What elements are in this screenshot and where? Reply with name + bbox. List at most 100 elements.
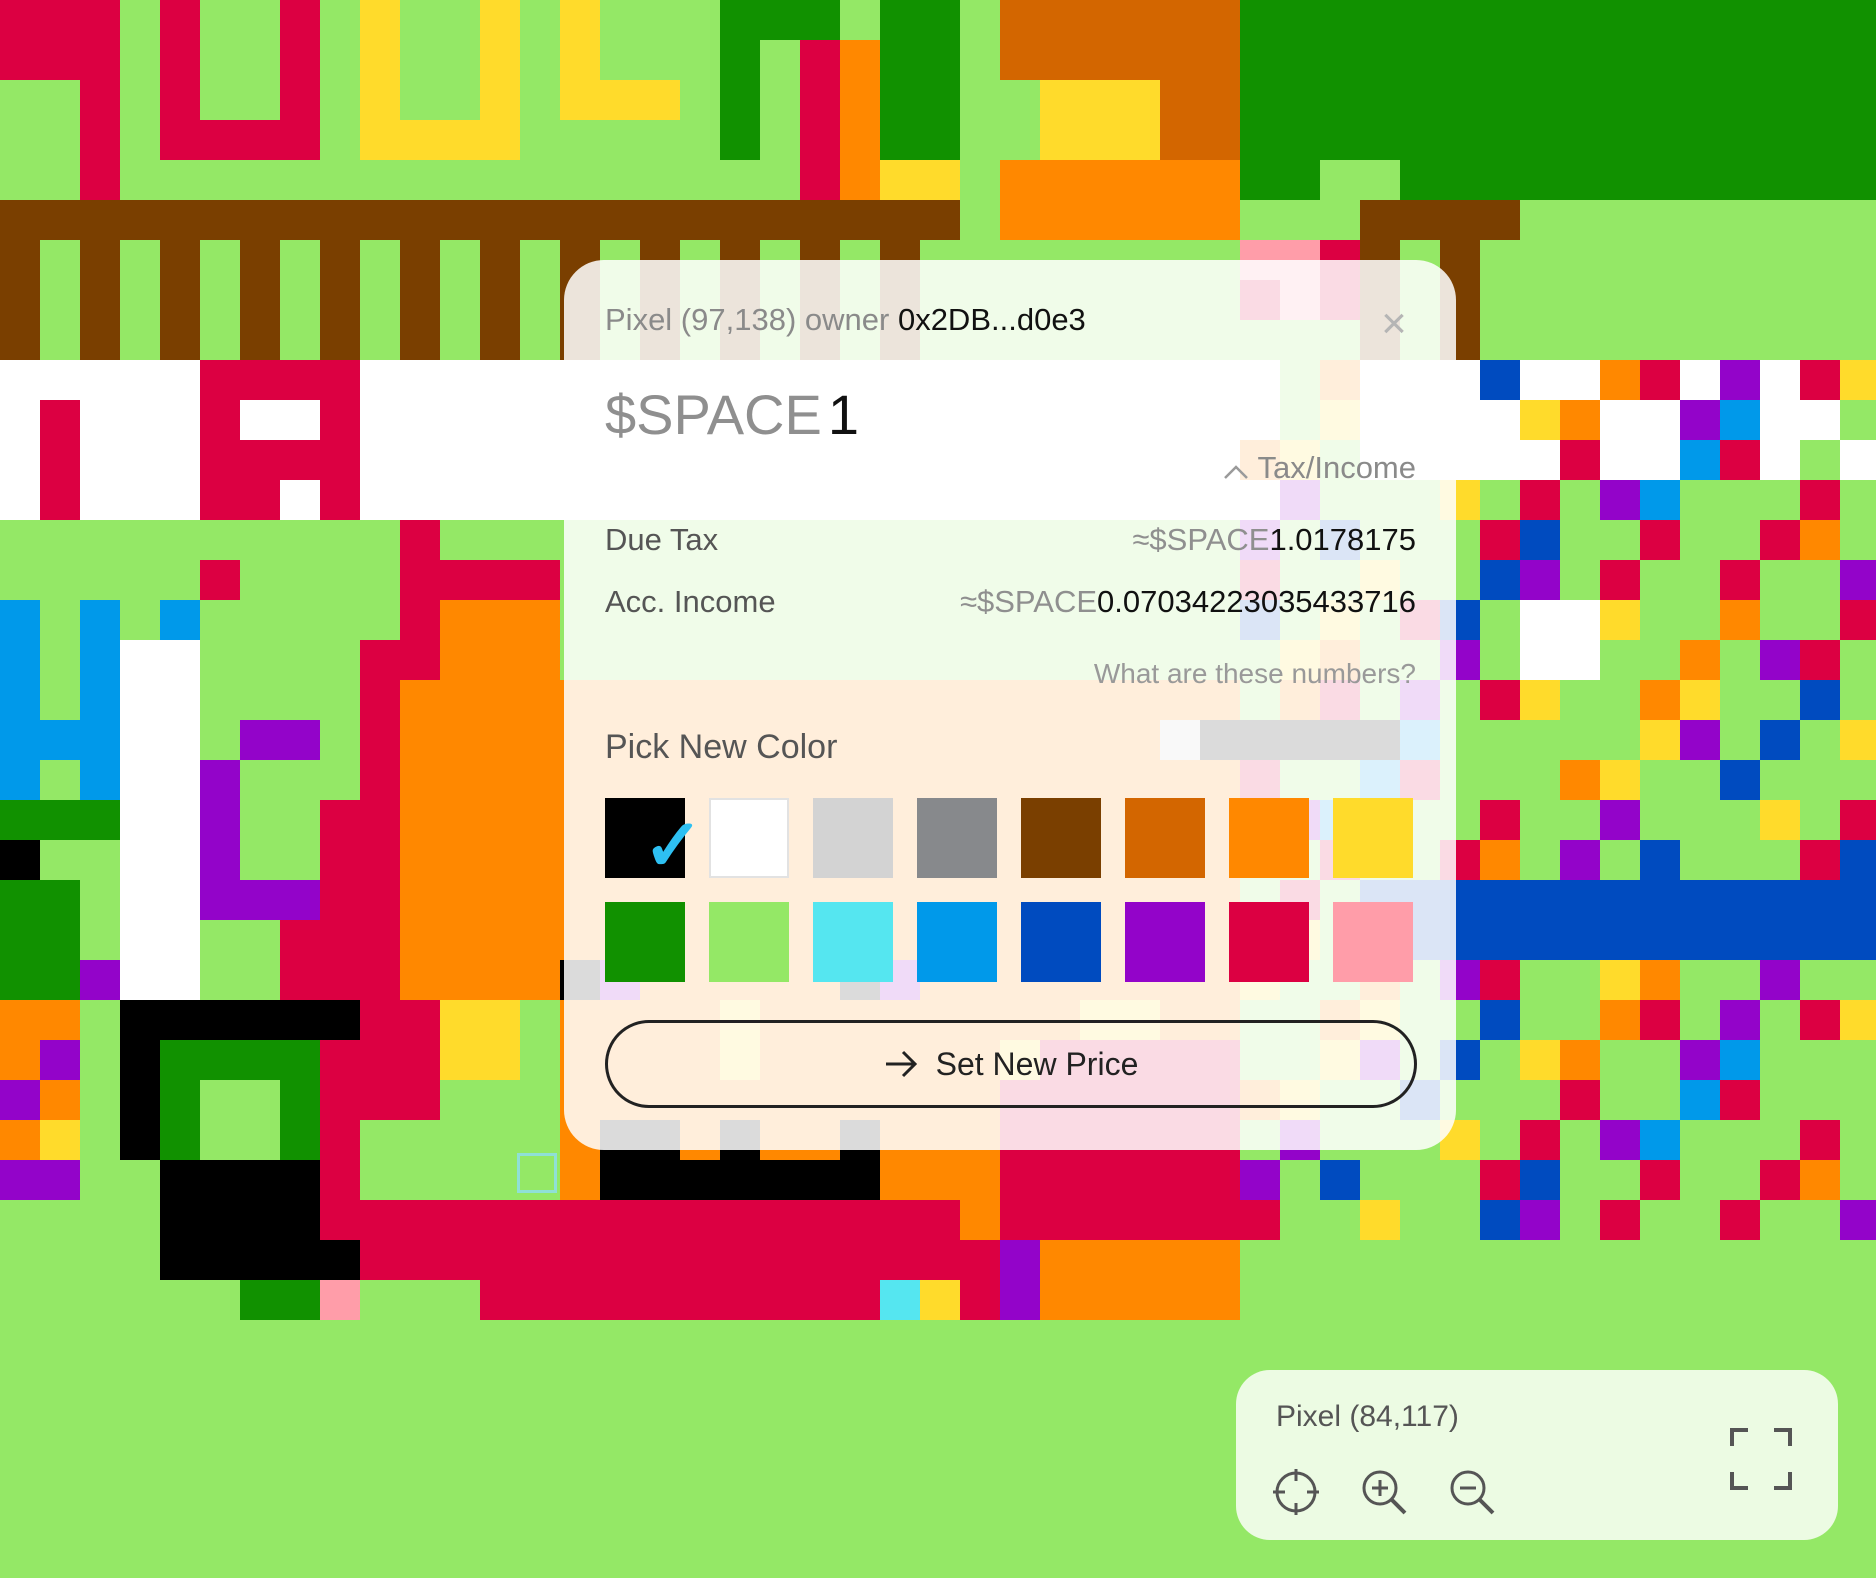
canvas-pixel[interactable] <box>1800 1160 1840 1200</box>
canvas-pixel[interactable] <box>600 1160 640 1200</box>
canvas-pixel[interactable] <box>1760 920 1800 960</box>
canvas-pixel[interactable] <box>1680 1080 1720 1120</box>
canvas-pixel[interactable] <box>960 1520 1000 1560</box>
canvas-pixel[interactable] <box>0 1080 40 1120</box>
canvas-pixel[interactable] <box>280 1280 320 1320</box>
canvas-pixel[interactable] <box>440 1280 480 1320</box>
canvas-pixel[interactable] <box>800 1440 840 1480</box>
canvas-pixel[interactable] <box>600 120 640 160</box>
canvas-pixel[interactable] <box>280 960 320 1000</box>
canvas-pixel[interactable] <box>760 160 800 200</box>
canvas-pixel[interactable] <box>1600 1160 1640 1200</box>
canvas-pixel[interactable] <box>640 1160 680 1200</box>
canvas-pixel[interactable] <box>1680 720 1720 760</box>
canvas-pixel[interactable] <box>240 440 280 480</box>
canvas-pixel[interactable] <box>80 800 120 840</box>
canvas-pixel[interactable] <box>1840 200 1876 240</box>
canvas-pixel[interactable] <box>1680 120 1720 160</box>
canvas-pixel[interactable] <box>1120 1400 1160 1440</box>
canvas-pixel[interactable] <box>920 1440 960 1480</box>
canvas-pixel[interactable] <box>600 1200 640 1240</box>
canvas-pixel[interactable] <box>160 1200 200 1240</box>
canvas-pixel[interactable] <box>1000 200 1040 240</box>
canvas-pixel[interactable] <box>200 720 240 760</box>
canvas-pixel[interactable] <box>80 1360 120 1400</box>
canvas-pixel[interactable] <box>840 1480 880 1520</box>
canvas-pixel[interactable] <box>1760 1560 1800 1578</box>
canvas-pixel[interactable] <box>240 1080 280 1120</box>
canvas-pixel[interactable] <box>1360 1200 1400 1240</box>
canvas-pixel[interactable] <box>720 1280 760 1320</box>
canvas-pixel[interactable] <box>200 1040 240 1080</box>
canvas-pixel[interactable] <box>1760 360 1800 400</box>
canvas-pixel[interactable] <box>480 840 520 880</box>
canvas-pixel[interactable] <box>520 920 560 960</box>
canvas-pixel[interactable] <box>320 960 360 1000</box>
canvas-pixel[interactable] <box>1600 1000 1640 1040</box>
canvas-pixel[interactable] <box>1560 240 1600 280</box>
canvas-pixel[interactable] <box>1520 280 1560 320</box>
canvas-pixel[interactable] <box>1560 1280 1600 1320</box>
canvas-pixel[interactable] <box>0 320 40 360</box>
canvas-pixel[interactable] <box>1120 1200 1160 1240</box>
canvas-pixel[interactable] <box>1080 1520 1120 1560</box>
canvas-pixel[interactable] <box>880 1520 920 1560</box>
canvas-pixel[interactable] <box>360 40 400 80</box>
canvas-pixel[interactable] <box>1080 160 1120 200</box>
canvas-pixel[interactable] <box>1760 1160 1800 1200</box>
canvas-pixel[interactable] <box>280 920 320 960</box>
canvas-pixel[interactable] <box>1560 1040 1600 1080</box>
canvas-pixel[interactable] <box>1160 1400 1200 1440</box>
canvas-pixel[interactable] <box>600 200 640 240</box>
canvas-pixel[interactable] <box>1560 720 1600 760</box>
canvas-pixel[interactable] <box>1600 320 1640 360</box>
canvas-pixel[interactable] <box>160 0 200 40</box>
canvas-pixel[interactable] <box>1560 560 1600 600</box>
canvas-pixel[interactable] <box>800 1520 840 1560</box>
canvas-pixel[interactable] <box>800 1280 840 1320</box>
canvas-pixel[interactable] <box>320 1560 360 1578</box>
canvas-pixel[interactable] <box>640 1320 680 1360</box>
canvas-pixel[interactable] <box>240 1320 280 1360</box>
canvas-pixel[interactable] <box>1160 0 1200 40</box>
canvas-pixel[interactable] <box>1560 880 1600 920</box>
canvas-pixel[interactable] <box>1720 480 1760 520</box>
canvas-pixel[interactable] <box>1600 80 1640 120</box>
color-swatch[interactable] <box>1333 902 1413 982</box>
canvas-pixel[interactable] <box>0 240 40 280</box>
canvas-pixel[interactable] <box>1680 200 1720 240</box>
canvas-pixel[interactable] <box>360 840 400 880</box>
canvas-pixel[interactable] <box>240 1240 280 1280</box>
canvas-pixel[interactable] <box>240 760 280 800</box>
color-swatch[interactable] <box>605 902 685 982</box>
canvas-pixel[interactable] <box>1840 680 1876 720</box>
canvas-pixel[interactable] <box>80 120 120 160</box>
canvas-pixel[interactable] <box>120 1120 160 1160</box>
canvas-pixel[interactable] <box>280 840 320 880</box>
canvas-pixel[interactable] <box>1360 40 1400 80</box>
canvas-pixel[interactable] <box>480 1200 520 1240</box>
canvas-pixel[interactable] <box>520 520 560 560</box>
canvas-pixel[interactable] <box>120 480 160 520</box>
canvas-pixel[interactable] <box>160 960 200 1000</box>
canvas-pixel[interactable] <box>1560 1200 1600 1240</box>
canvas-pixel[interactable] <box>1560 1160 1600 1200</box>
canvas-pixel[interactable] <box>1560 440 1600 480</box>
canvas-pixel[interactable] <box>120 200 160 240</box>
canvas-pixel[interactable] <box>960 1560 1000 1578</box>
canvas-pixel[interactable] <box>600 1480 640 1520</box>
canvas-pixel[interactable] <box>480 1240 520 1280</box>
canvas-pixel[interactable] <box>720 200 760 240</box>
canvas-pixel[interactable] <box>920 80 960 120</box>
canvas-pixel[interactable] <box>1640 1080 1680 1120</box>
canvas-pixel[interactable] <box>1240 40 1280 80</box>
canvas-pixel[interactable] <box>840 1440 880 1480</box>
canvas-pixel[interactable] <box>1520 1200 1560 1240</box>
canvas-pixel[interactable] <box>80 320 120 360</box>
canvas-pixel[interactable] <box>1680 1280 1720 1320</box>
canvas-pixel[interactable] <box>240 1560 280 1578</box>
canvas-pixel[interactable] <box>320 120 360 160</box>
canvas-pixel[interactable] <box>560 80 600 120</box>
canvas-pixel[interactable] <box>200 760 240 800</box>
canvas-pixel[interactable] <box>1640 200 1680 240</box>
